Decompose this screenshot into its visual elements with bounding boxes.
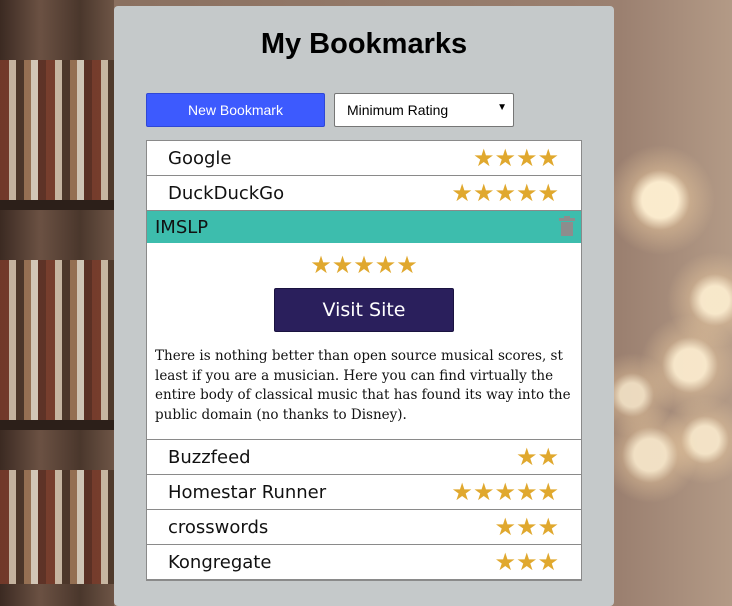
minimum-rating-select-value: Minimum Rating <box>347 102 449 118</box>
bookmark-row[interactable]: Buzzfeed ★★ <box>147 440 581 475</box>
star-rating-icon: ★★★ <box>494 548 559 576</box>
bookmark-name: Buzzfeed <box>168 447 251 468</box>
bookmark-name: Kongregate <box>168 552 272 573</box>
bookmark-row[interactable]: Kongregate ★★★ <box>147 545 581 580</box>
visit-site-button[interactable]: Visit Site <box>274 288 454 332</box>
bookmark-name: IMSLP <box>155 217 209 238</box>
star-rating-icon[interactable]: ★★★★★ <box>147 251 581 279</box>
bookmark-name: Google <box>168 148 232 169</box>
star-rating-icon: ★★★ <box>494 513 559 541</box>
bookmark-description: There is nothing better than open source… <box>155 348 571 423</box>
new-bookmark-button[interactable]: New Bookmark <box>146 93 325 127</box>
bookmarks-panel: My Bookmarks New Bookmark Minimum Rating… <box>114 6 614 606</box>
star-rating-icon: ★★★★ <box>472 144 559 172</box>
star-rating-icon: ★★★★★ <box>451 478 559 506</box>
trash-icon[interactable] <box>559 216 575 236</box>
bookshelf-books <box>0 470 114 584</box>
bookmark-row[interactable]: Homestar Runner ★★★★★ <box>147 475 581 510</box>
expanded-bookmark-header[interactable]: IMSLP <box>147 211 581 243</box>
star-rating-icon: ★★★★★ <box>451 179 559 207</box>
bookshelf-shelf <box>0 200 114 210</box>
bookmark-list: Google ★★★★ DuckDuckGo ★★★★★ IMSLP ★★★★★… <box>146 140 582 581</box>
minimum-rating-select[interactable]: Minimum Rating ▼ <box>334 93 514 127</box>
bookshelf-books <box>0 60 114 200</box>
bookmark-name: DuckDuckGo <box>168 183 285 204</box>
bookmark-name: crosswords <box>168 517 269 538</box>
bookshelf-shelf <box>0 420 114 430</box>
expanded-bookmark-body: ★★★★★ Visit Site There is nothing better… <box>147 243 581 440</box>
bookshelf-books <box>0 260 114 420</box>
star-rating-icon: ★★ <box>515 443 559 471</box>
bookmark-row[interactable]: Google ★★★★ <box>147 141 581 176</box>
bookmark-name: Homestar Runner <box>168 482 327 503</box>
bookmark-row[interactable]: crosswords ★★★ <box>147 510 581 545</box>
page-title: My Bookmarks <box>260 28 468 60</box>
bookmark-row[interactable]: DuckDuckGo ★★★★★ <box>147 176 581 211</box>
dropdown-arrow-icon: ▼ <box>497 102 507 113</box>
